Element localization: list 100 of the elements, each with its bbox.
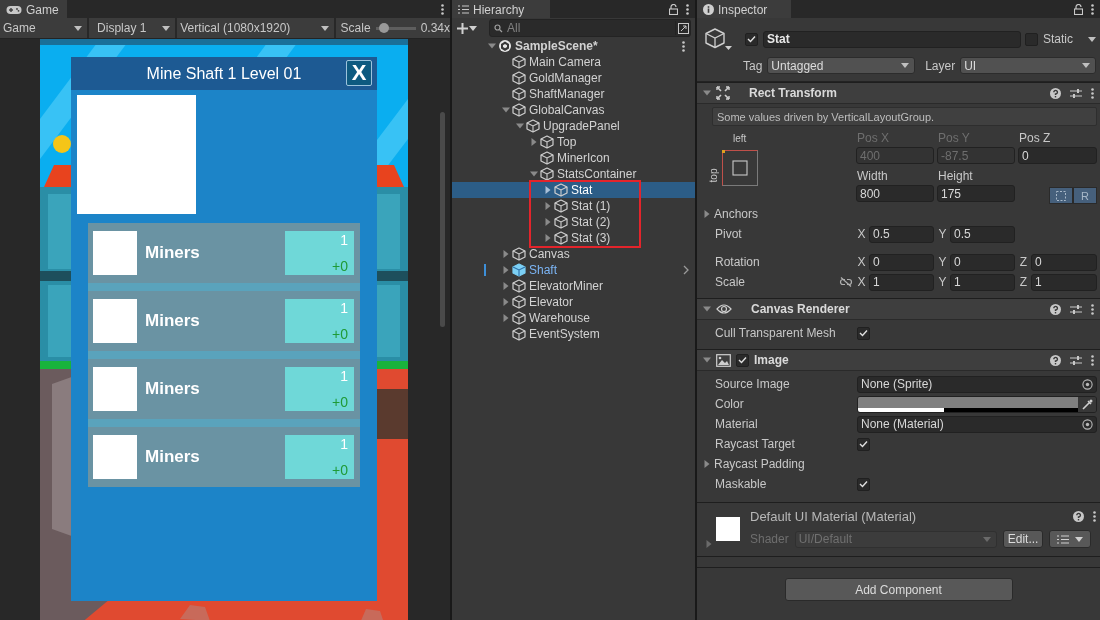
object-field[interactable]: None (Sprite) [857,375,1097,393]
number-field[interactable]: 175 [937,185,1015,202]
edit-button[interactable]: Edit... [1002,530,1044,548]
expanded-arrow-icon[interactable] [703,356,711,364]
create-button[interactable] [457,22,477,34]
collapsed-arrow-icon[interactable] [502,298,510,306]
tag-dropdown[interactable]: Untagged [767,57,916,74]
tree-item[interactable]: EventSystem [452,326,695,342]
expanded-arrow-icon[interactable] [703,89,711,97]
presets-icon[interactable] [1070,87,1082,99]
enabled-checkbox[interactable] [736,353,749,367]
expanded-arrow-icon[interactable] [516,122,524,130]
tab[interactable]: Game [0,0,67,18]
list-dropdown-button[interactable] [1049,530,1092,548]
object-picker-icon[interactable] [1082,378,1093,390]
collapsed-arrow-icon[interactable] [502,314,510,322]
eyedropper-icon[interactable] [1081,398,1093,410]
static-checkbox[interactable] [1025,32,1038,46]
checkbox[interactable] [857,326,870,340]
more-icon[interactable] [1091,303,1094,315]
component-header[interactable]: Rect Transform [697,82,1100,104]
scene-picker-icon[interactable] [677,22,689,34]
tab[interactable]: Hierarchy [452,0,551,18]
tree-item[interactable]: Stat [452,182,695,198]
tree-item[interactable]: Elevator [452,294,695,310]
number-field[interactable]: 800 [856,185,934,202]
more-icon[interactable] [1091,3,1094,15]
active-checkbox[interactable] [745,32,758,46]
add-component-button[interactable]: Add Component [784,578,1013,601]
more-icon[interactable] [686,3,689,15]
scrollbar[interactable] [440,112,445,327]
search-field[interactable]: All [489,19,691,37]
unlinked-icon[interactable] [839,277,853,287]
tab[interactable]: Inspector [697,0,792,18]
blueprint-mode-button[interactable] [1049,187,1073,204]
color-field[interactable] [857,395,1097,413]
slider-thumb[interactable] [379,23,390,33]
tree-item[interactable]: ElevatorMiner [452,278,695,294]
component-header[interactable]: Image [697,349,1100,371]
number-field[interactable]: 0 [869,253,934,271]
tree-item[interactable]: Stat (2) [452,214,695,230]
number-field[interactable]: 0.5 [869,225,934,243]
anchor-preset-icon[interactable] [722,150,758,186]
tree-item[interactable]: Stat (3) [452,230,695,246]
chevron-right-icon[interactable] [683,265,689,275]
tree-item[interactable]: Top [452,134,695,150]
tree-item[interactable]: SampleScene* [452,38,695,54]
tree-item[interactable]: Warehouse [452,310,695,326]
checkbox[interactable] [857,437,870,451]
component-header[interactable]: Canvas Renderer [697,298,1100,320]
tree-item[interactable]: MinerIcon [452,150,695,166]
more-icon[interactable] [1093,511,1096,522]
more-icon[interactable] [441,3,444,15]
number-field[interactable]: 0 [1031,253,1097,271]
number-field[interactable]: 0.5 [950,225,1015,243]
tree-item[interactable]: GlobalCanvas [452,102,695,118]
tree-item[interactable]: Shaft [452,262,695,278]
expanded-arrow-icon[interactable] [703,305,711,313]
object-picker-icon[interactable] [1082,418,1093,430]
expanded-arrow-icon[interactable] [502,106,510,114]
presets-icon[interactable] [1070,354,1082,366]
tree-item[interactable]: ShaftManager [452,86,695,102]
object-field[interactable]: None (Material) [857,415,1097,433]
tree-item[interactable]: Canvas [452,246,695,262]
tree-item[interactable]: UpgradePanel [452,118,695,134]
collapsed-arrow-icon[interactable] [502,282,510,290]
presets-icon[interactable] [1070,303,1082,315]
tree-item[interactable]: Stat (1) [452,198,695,214]
collapsed-arrow-icon[interactable] [703,210,711,218]
number-field[interactable]: 1 [1031,273,1097,291]
collapsed-arrow-icon[interactable] [502,250,510,258]
collapsed-arrow-icon[interactable] [544,202,552,210]
layer-dropdown[interactable]: UI [960,57,1096,74]
help-icon[interactable] [1073,511,1084,522]
more-icon[interactable] [1091,354,1094,366]
help-icon[interactable] [1050,303,1061,315]
number-field[interactable]: 1 [869,273,934,291]
close-button[interactable]: X [346,60,372,86]
expanded-arrow-icon[interactable] [530,170,538,178]
collapsed-arrow-icon[interactable] [544,186,552,194]
tree-item[interactable]: Main Camera [452,54,695,70]
tree-item[interactable]: GoldManager [452,70,695,86]
name-field[interactable]: Stat [763,30,1021,48]
collapsed-arrow-icon[interactable] [502,266,510,274]
expanded-arrow-icon[interactable] [488,42,496,50]
help-icon[interactable] [1050,354,1061,366]
lock-icon[interactable] [1074,3,1083,15]
number-field[interactable]: 1 [950,273,1015,291]
lock-icon[interactable] [669,3,678,15]
collapsed-arrow-icon[interactable] [544,218,552,226]
collapsed-arrow-icon[interactable] [703,460,711,468]
more-icon[interactable] [1091,87,1094,99]
tree-item[interactable]: StatsContainer [452,166,695,182]
game-object-icon[interactable] [703,27,733,51]
more-icon[interactable] [682,41,685,52]
checkbox[interactable] [857,477,870,491]
collapsed-arrow-icon[interactable] [544,234,552,242]
help-icon[interactable] [1050,87,1061,99]
collapsed-arrow-icon[interactable] [530,138,538,146]
number-field[interactable]: 0 [950,253,1015,271]
